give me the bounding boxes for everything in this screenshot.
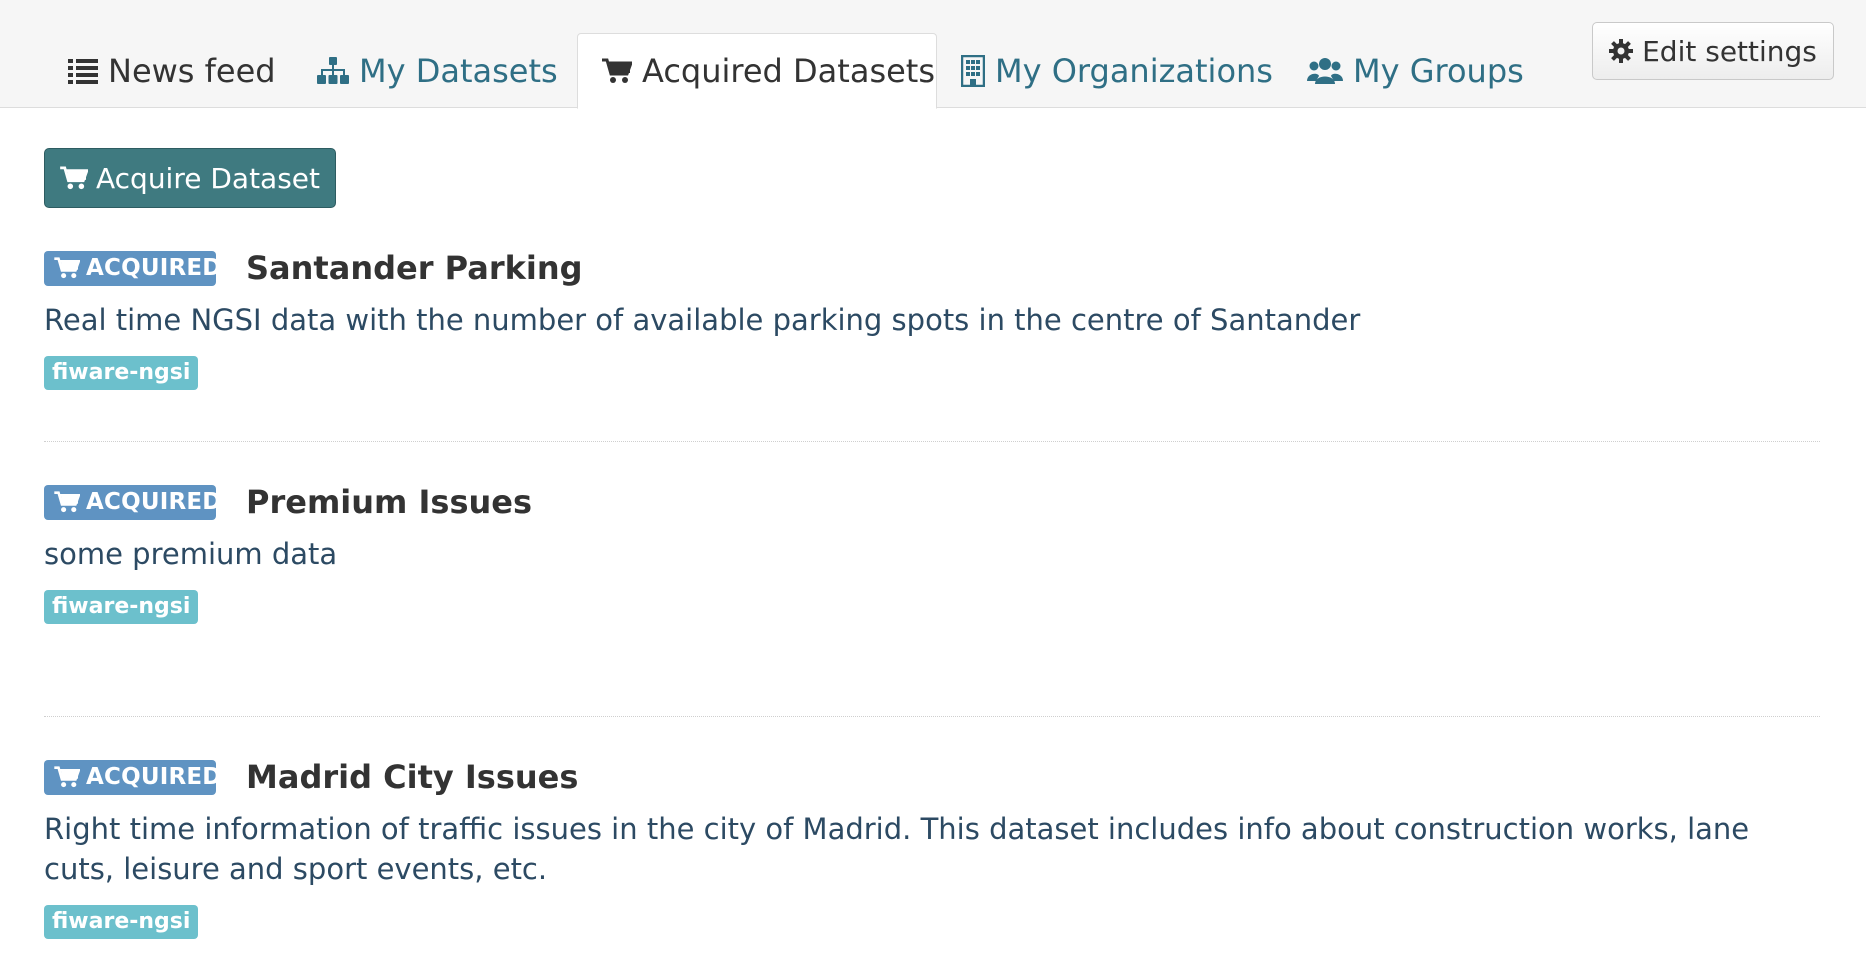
dataset-tag[interactable]: fiware-ngsi <box>44 590 199 624</box>
acquire-dataset-label: Acquire Dataset <box>95 161 321 195</box>
dashboard-tabs: News feed My Datasets Acquired Datasets … <box>44 32 1524 109</box>
status-badge-label: ACQUIRED <box>86 764 222 790</box>
edit-settings-button[interactable]: Edit settings <box>1592 22 1834 80</box>
users-icon <box>1307 57 1343 85</box>
tab-news-feed[interactable]: News feed <box>44 34 293 108</box>
status-badge: ACQUIRED <box>44 759 221 795</box>
list-item: ACQUIRED Santander Parking Real time NGS… <box>44 248 1820 442</box>
dataset-description: some premium data <box>44 537 338 571</box>
cart-icon <box>54 257 80 279</box>
tab-acquired-datasets[interactable]: Acquired Datasets <box>577 33 937 109</box>
gear-icon <box>1609 39 1634 63</box>
status-badge: ACQUIRED <box>44 250 221 286</box>
tab-my-organizations[interactable]: My Organizations <box>937 34 1283 108</box>
tab-my-groups-label: My Groups <box>1353 52 1524 90</box>
dataset-title[interactable]: Madrid City Issues <box>246 758 578 796</box>
tab-news-feed-label: News feed <box>108 52 276 90</box>
cart-icon <box>54 766 80 788</box>
list-icon <box>68 58 98 84</box>
tab-my-organizations-label: My Organizations <box>995 52 1273 90</box>
cart-icon <box>602 58 632 84</box>
status-badge-label: ACQUIRED <box>86 489 222 515</box>
sitemap-icon <box>317 57 349 85</box>
top-nav-bar: News feed My Datasets Acquired Datasets … <box>0 0 1866 109</box>
dataset-tag[interactable]: fiware-ngsi <box>44 356 199 390</box>
dataset-title[interactable]: Santander Parking <box>246 249 583 287</box>
dataset-description: Right time information of traffic issues… <box>44 812 1750 886</box>
list-item: ACQUIRED Premium Issues some premium dat… <box>44 482 1820 717</box>
tab-my-groups[interactable]: My Groups <box>1283 34 1524 108</box>
building-icon <box>961 55 985 87</box>
acquired-datasets-list: ACQUIRED Santander Parking Real time NGS… <box>44 248 1820 957</box>
status-badge-label: ACQUIRED <box>86 255 222 281</box>
cart-icon <box>54 491 80 513</box>
acquire-dataset-button[interactable]: Acquire Dataset <box>44 148 336 208</box>
edit-settings-label: Edit settings <box>1642 34 1817 68</box>
dataset-tag[interactable]: fiware-ngsi <box>44 905 199 939</box>
tab-my-datasets[interactable]: My Datasets <box>293 34 577 108</box>
tab-my-datasets-label: My Datasets <box>359 52 558 90</box>
dataset-description: Real time NGSI data with the number of a… <box>44 303 1361 337</box>
status-badge: ACQUIRED <box>44 484 221 520</box>
tab-acquired-datasets-label: Acquired Datasets <box>642 52 936 90</box>
cart-icon <box>60 166 88 190</box>
dataset-title[interactable]: Premium Issues <box>246 483 532 521</box>
list-item: ACQUIRED Madrid City Issues Right time i… <box>44 757 1820 957</box>
